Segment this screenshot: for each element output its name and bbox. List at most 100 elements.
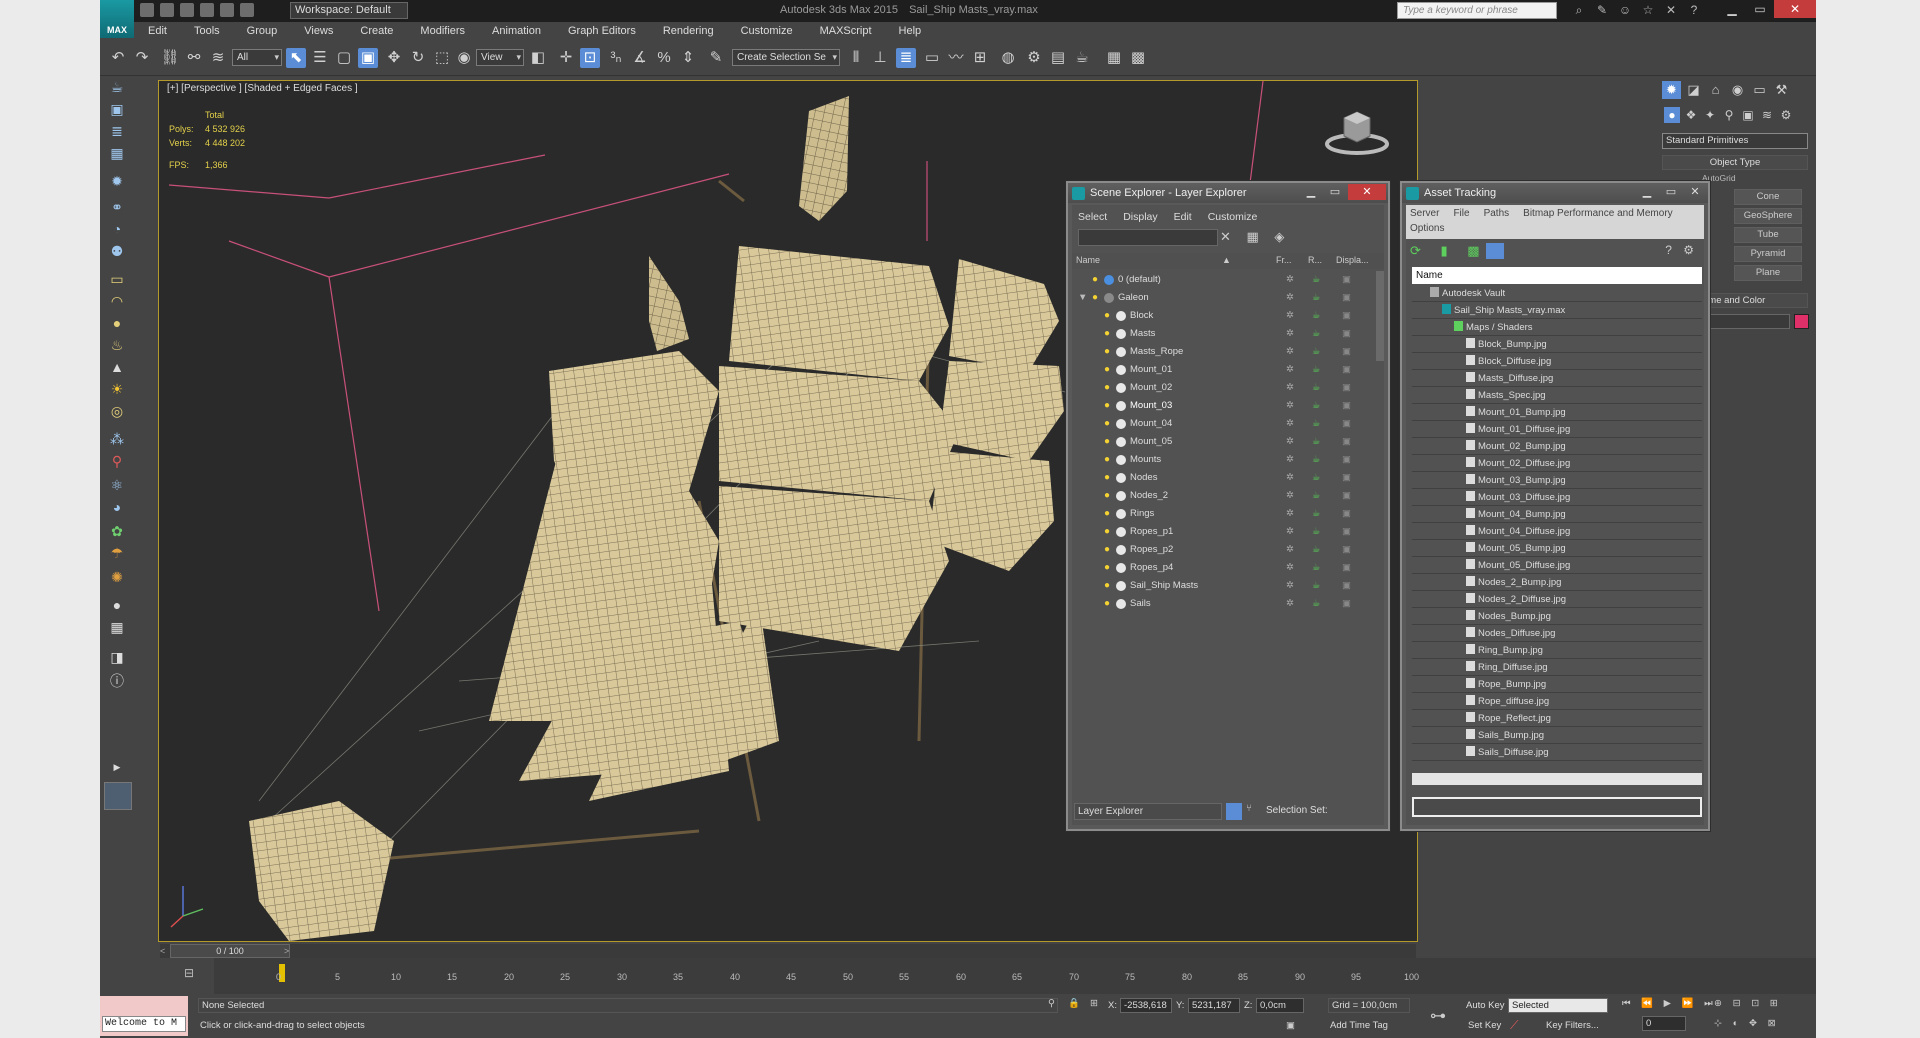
renderable-toggle-icon[interactable]: ☕ <box>1312 523 1321 541</box>
column-render[interactable]: R... <box>1308 255 1322 265</box>
lightbulb-icon[interactable]: ● <box>1104 328 1112 339</box>
cone-button[interactable]: Cone <box>1734 189 1802 205</box>
undo-icon[interactable] <box>200 3 214 17</box>
time-slider[interactable]: < 0 / 100 > <box>160 944 1416 958</box>
ball-icon[interactable]: ● <box>107 595 127 615</box>
y-coordinate-field[interactable]: 5231,187 <box>1188 998 1240 1013</box>
lightbulb-icon[interactable]: ● <box>1104 436 1112 447</box>
freeze-toggle-icon[interactable]: ✲ <box>1286 469 1294 487</box>
viewport-navigation-controls[interactable]: ⊕ ⊟ ⊡ ⊞ <box>1714 998 1782 1009</box>
asset-file-row[interactable]: Block_Diffuse.jpg <box>1412 353 1702 370</box>
binoculars-icon[interactable]: ⌕ <box>1570 3 1588 17</box>
lightbulb-icon[interactable]: ● <box>1104 580 1112 591</box>
object-color-swatch[interactable] <box>1794 314 1809 329</box>
menu-group[interactable]: Group <box>233 22 291 40</box>
manipulate-icon[interactable]: ✛ <box>556 48 576 68</box>
display-toggle-icon[interactable]: ▣ <box>1342 541 1351 559</box>
freeze-toggle-icon[interactable]: ✲ <box>1286 415 1294 433</box>
expand-arrow-icon[interactable]: ▶ <box>107 757 127 777</box>
app-logo[interactable]: MAX <box>100 0 134 38</box>
track-bar[interactable]: ⊟ 0 5 10 15 20 25 30 35 40 45 50 55 60 6… <box>184 958 1816 994</box>
layer-row[interactable]: ▼ ● Galeon ✲ ☕ ▣ <box>1072 289 1382 307</box>
x-coordinate-field[interactable]: -2538,618 <box>1120 998 1172 1013</box>
redo-icon[interactable] <box>220 3 234 17</box>
checker-icon[interactable]: ▩ <box>1128 48 1148 68</box>
freeze-toggle-icon[interactable]: ✲ <box>1286 505 1294 523</box>
display-toggle-icon[interactable]: ▣ <box>1342 415 1351 433</box>
display-toggle-icon[interactable]: ▣ <box>1342 505 1351 523</box>
render-icon[interactable]: ▣ <box>107 99 127 119</box>
display-toggle-icon[interactable]: ▣ <box>1342 397 1351 415</box>
new-file-icon[interactable] <box>140 3 154 17</box>
asset-file-row[interactable]: Masts_Spec.jpg <box>1412 387 1702 404</box>
asset-file-row[interactable]: Rope_Bump.jpg <box>1412 676 1702 693</box>
toggle-ribbon-icon[interactable]: ▭ <box>922 48 942 68</box>
asset-file-row[interactable]: Mount_02_Diffuse.jpg <box>1412 455 1702 472</box>
freeze-toggle-icon[interactable]: ✲ <box>1286 487 1294 505</box>
object-type-rollout-header[interactable]: Object Type <box>1662 155 1808 170</box>
key-mode-dropdown[interactable]: Selected <box>1508 998 1608 1013</box>
se-menu-customize[interactable]: Customize <box>1208 211 1258 223</box>
help-icon[interactable]: ? <box>1685 3 1703 17</box>
close-button[interactable]: ✕ <box>1774 0 1816 18</box>
minimize-viewport-icon[interactable] <box>104 782 132 810</box>
hierarchy-tab-icon[interactable]: ⌂ <box>1706 81 1725 99</box>
renderable-toggle-icon[interactable]: ☕ <box>1312 595 1321 613</box>
display-toggle-icon[interactable]: ▣ <box>1342 523 1351 541</box>
time-slider-handle[interactable]: 0 / 100 <box>170 944 290 958</box>
renderable-toggle-icon[interactable]: ☕ <box>1312 271 1321 289</box>
freeze-toggle-icon[interactable]: ✲ <box>1286 541 1294 559</box>
menu-animation[interactable]: Animation <box>478 22 554 40</box>
at-menu-paths[interactable]: Paths <box>1484 208 1510 219</box>
renderable-toggle-icon[interactable]: ☕ <box>1312 577 1321 595</box>
renderable-toggle-icon[interactable]: ☕ <box>1312 415 1321 433</box>
menu-modifiers[interactable]: Modifiers <box>406 22 478 40</box>
pivot-center-icon[interactable]: ◧ <box>528 48 548 68</box>
scene-explorer-scrollbar[interactable] <box>1376 271 1384 361</box>
renderable-toggle-icon[interactable]: ☕ <box>1312 487 1321 505</box>
hierarchy-view-icon[interactable]: ⑂ <box>1246 803 1252 814</box>
freeze-toggle-icon[interactable]: ✲ <box>1286 271 1294 289</box>
lightbulb-icon[interactable]: ● <box>1104 382 1112 393</box>
edit-named-selection-icon[interactable]: ✎ <box>706 48 726 68</box>
rotate-icon[interactable]: ↻ <box>408 48 428 68</box>
layer-row[interactable]: ● Mount_02 ✲ ☕ ▣ <box>1072 379 1382 397</box>
asset-file-row[interactable]: Nodes_2_Bump.jpg <box>1412 574 1702 591</box>
window-crossing-icon[interactable]: ▣ <box>358 48 378 68</box>
geosphere-button[interactable]: GeoSphere <box>1734 208 1802 224</box>
freeze-toggle-icon[interactable]: ✲ <box>1286 451 1294 469</box>
schematic-view-icon[interactable]: ⊞ <box>970 48 990 68</box>
display-toggle-icon[interactable]: ▣ <box>1342 307 1351 325</box>
asset-tracking-help-icons[interactable]: ? ⚙ <box>1665 243 1698 257</box>
command-panel-icon[interactable]: ▦ <box>1104 48 1124 68</box>
lightbulb-icon[interactable]: ● <box>1104 364 1112 375</box>
asset-tracking-toolbar-icons[interactable]: ⟳ ▮ ▩ <box>1410 243 1488 259</box>
asset-file-row[interactable]: Mount_01_Bump.jpg <box>1412 404 1702 421</box>
motion-tab-icon[interactable]: ◉ <box>1728 81 1747 99</box>
renderable-toggle-icon[interactable]: ☕ <box>1312 469 1321 487</box>
asset-file-row[interactable]: Mount_03_Diffuse.jpg <box>1412 489 1702 506</box>
asset-file-row[interactable]: Rope_diffuse.jpg <box>1412 693 1702 710</box>
column-display[interactable]: Displa... <box>1336 255 1369 265</box>
freeze-toggle-icon[interactable]: ✲ <box>1286 361 1294 379</box>
z-coordinate-field[interactable]: 0,0cm <box>1256 998 1304 1013</box>
layer-row[interactable]: ● Mounts ✲ ☕ ▣ <box>1072 451 1382 469</box>
systems-icon[interactable]: ⚙ <box>1778 107 1794 123</box>
freeze-toggle-icon[interactable]: ✲ <box>1286 523 1294 541</box>
renderable-toggle-icon[interactable]: ☕ <box>1312 541 1321 559</box>
asset-file-row[interactable]: Nodes_2_Diffuse.jpg <box>1412 591 1702 608</box>
freeze-toggle-icon[interactable]: ✲ <box>1286 433 1294 451</box>
angle-snap-icon[interactable]: ∡ <box>630 48 650 68</box>
display-toggle-icon[interactable]: ▣ <box>1342 325 1351 343</box>
asset-tracking-close[interactable]: ✕ <box>1684 184 1706 200</box>
layer-row[interactable]: ● Block ✲ ☕ ▣ <box>1072 307 1382 325</box>
asset-tracking-titlebar[interactable]: Asset Tracking ▁ ▭ ✕ <box>1402 183 1708 203</box>
move-icon[interactable]: ✥ <box>384 48 404 68</box>
display-toggle-icon[interactable]: ▣ <box>1342 595 1351 613</box>
utilities-tab-icon[interactable]: ⚒ <box>1772 81 1791 99</box>
wave-icon[interactable]: ◔ <box>107 219 127 239</box>
at-menu-options[interactable]: Options <box>1410 223 1444 234</box>
layer-row[interactable]: ● Ropes_p1 ✲ ☕ ▣ <box>1072 523 1382 541</box>
pyramid-button[interactable]: Pyramid <box>1734 246 1802 262</box>
menu-views[interactable]: Views <box>290 22 346 40</box>
